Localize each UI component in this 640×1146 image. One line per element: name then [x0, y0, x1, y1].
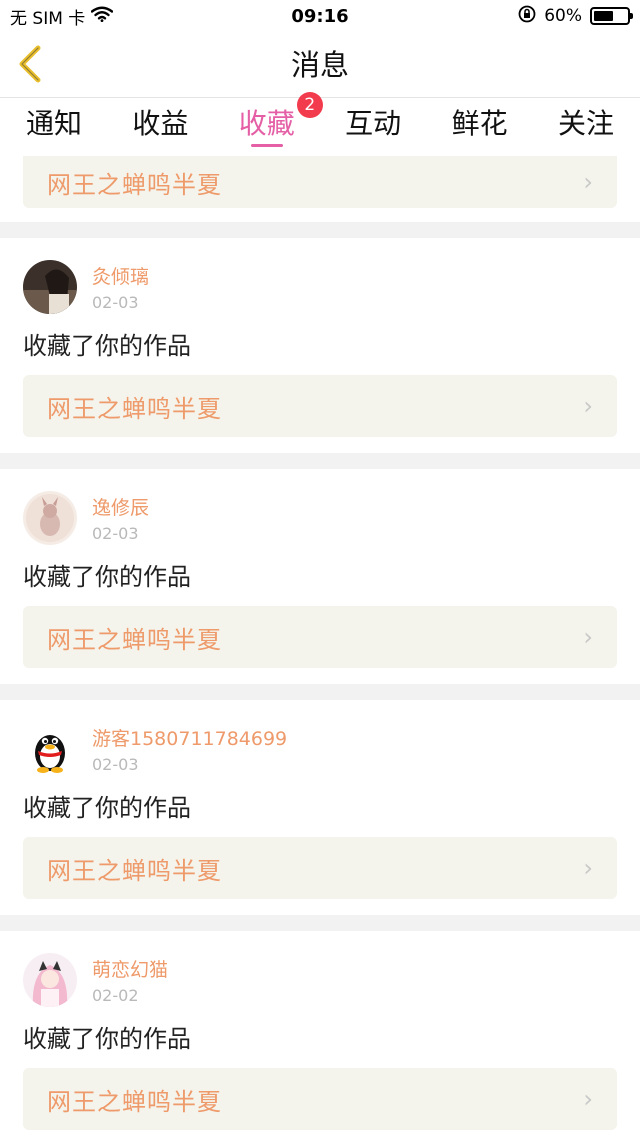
action-text: 收藏了你的作品: [23, 332, 191, 360]
work-link[interactable]: 网王之蝉鸣半夏 ›: [23, 837, 617, 899]
tab-label: 收藏: [238, 107, 295, 140]
user-row: 灸倾璃 02-03: [23, 238, 617, 314]
timestamp: 02-02: [92, 986, 139, 1005]
status-left: 无 SIM 卡: [10, 4, 114, 29]
username[interactable]: 游客1580711784699: [92, 724, 287, 751]
chevron-right-icon: ›: [583, 168, 593, 196]
battery-percent: 60%: [544, 6, 582, 26]
action-text: 收藏了你的作品: [23, 563, 191, 591]
username[interactable]: 萌恋幻猫: [92, 955, 168, 982]
battery-level: [594, 11, 613, 21]
unread-badge: 2: [296, 92, 323, 118]
tab-bar: 通知 收益 收藏 2 互动 鲜花 关注: [0, 92, 640, 156]
tab-label: 通知: [26, 107, 83, 140]
timestamp: 02-03: [92, 755, 139, 774]
timestamp: 02-03: [92, 524, 139, 543]
status-right: 60%: [518, 5, 633, 28]
tab-label: 互动: [345, 107, 402, 140]
tab-interaction[interactable]: 互动: [345, 98, 401, 156]
page-title: 消息: [290, 48, 349, 82]
work-title: 网王之蝉鸣半夏: [47, 856, 222, 885]
work-title: 网王之蝉鸣半夏: [47, 394, 222, 423]
action-text: 收藏了你的作品: [23, 1025, 191, 1053]
chevron-right-icon: ›: [583, 854, 593, 882]
list-item: 灸倾璃 02-03 收藏了你的作品 网王之蝉鸣半夏 ›: [0, 238, 640, 453]
tab-flowers[interactable]: 鲜花: [452, 98, 508, 156]
avatar[interactable]: [23, 953, 77, 1007]
active-tab-indicator: [250, 144, 283, 147]
action-text: 收藏了你的作品: [23, 794, 191, 822]
username[interactable]: 逸修辰: [92, 493, 149, 520]
tab-notice[interactable]: 通知: [26, 98, 82, 156]
tab-earnings[interactable]: 收益: [132, 98, 188, 156]
avatar[interactable]: [23, 260, 77, 314]
qq-penguin-avatar[interactable]: [23, 722, 77, 776]
list-item: 萌恋幻猫 02-02 收藏了你的作品 网王之蝉鸣半夏 ›: [0, 931, 640, 1146]
chevron-right-icon: ›: [583, 623, 593, 651]
work-title: 网王之蝉鸣半夏: [47, 625, 222, 654]
work-link[interactable]: 网王之蝉鸣半夏 ›: [23, 606, 617, 668]
work-title: 网王之蝉鸣半夏: [47, 1087, 222, 1116]
user-row: 逸修辰 02-03: [23, 469, 617, 545]
user-row: 萌恋幻猫 02-02: [23, 931, 617, 1007]
chevron-right-icon: ›: [583, 1085, 593, 1113]
work-link[interactable]: 网王之蝉鸣半夏 ›: [23, 1068, 617, 1130]
timestamp: 02-03: [92, 293, 139, 312]
list-item: 网王之蝉鸣半夏 ›: [0, 156, 640, 222]
battery-icon: [590, 7, 633, 25]
avatar[interactable]: [23, 491, 77, 545]
status-bar: 无 SIM 卡 09:16 60%: [0, 0, 640, 32]
nav-bar: 消息: [0, 32, 640, 98]
carrier-text: 无 SIM 卡: [10, 8, 86, 29]
tab-follow[interactable]: 关注: [558, 98, 614, 156]
message-list: 网王之蝉鸣半夏 › 灸倾璃 02-03 收藏了你的作品 网王之蝉鸣半夏 › 逸修…: [0, 156, 640, 1146]
wifi-icon: [91, 6, 114, 27]
work-link[interactable]: 网王之蝉鸣半夏 ›: [23, 156, 617, 208]
list-item: 逸修辰 02-03 收藏了你的作品 网王之蝉鸣半夏 ›: [0, 469, 640, 684]
tab-label: 鲜花: [451, 107, 508, 140]
tab-label: 收益: [132, 107, 189, 140]
username[interactable]: 灸倾璃: [92, 262, 149, 289]
user-row: 游客1580711784699 02-03: [23, 700, 617, 776]
tab-label: 关注: [557, 107, 614, 140]
tab-favorites[interactable]: 收藏 2: [238, 92, 323, 156]
work-link[interactable]: 网王之蝉鸣半夏 ›: [23, 375, 617, 437]
orientation-lock-icon: [518, 5, 536, 28]
chevron-right-icon: ›: [583, 392, 593, 420]
list-item: 游客1580711784699 02-03 收藏了你的作品 网王之蝉鸣半夏 ›: [0, 700, 640, 915]
work-title: 网王之蝉鸣半夏: [47, 170, 222, 199]
